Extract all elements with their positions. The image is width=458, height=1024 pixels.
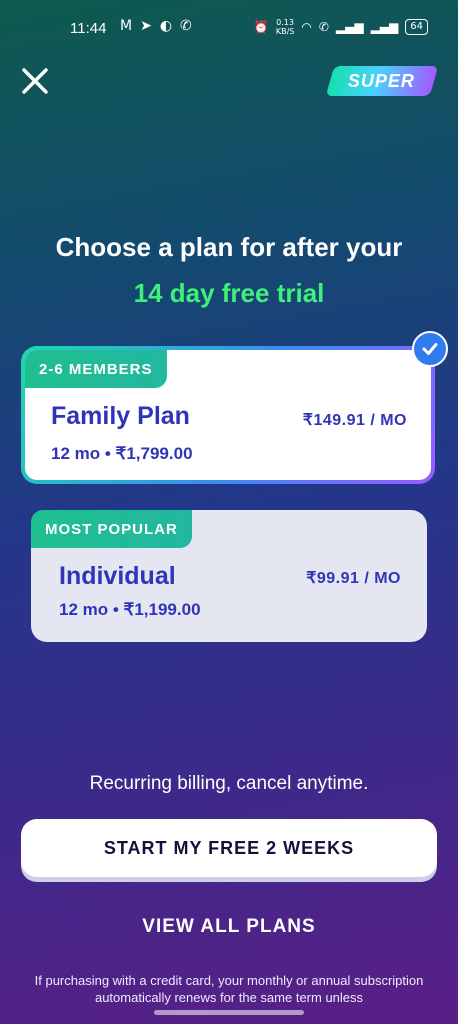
plan-tag: 2-6 MEMBERS [25,350,167,388]
plan-name: Family Plan [51,402,190,430]
plan-term: 12 mo • ₹1,199.00 [59,600,201,619]
status-time: 11:44 [70,20,107,37]
signal-icon-2: ▂▄▆ [370,20,399,34]
call-icon: ✆ [318,20,329,34]
close-button[interactable] [18,64,52,98]
title-line-2: 14 day free trial [133,278,325,308]
plan-price: ₹149.91 / MO [302,412,407,429]
plan-name: Individual [59,562,176,590]
fine-print: If purchasing with a credit card, your m… [34,973,424,1005]
telegram-icon: ➤ [140,18,152,34]
title-line-1: Choose a plan for after your [55,232,403,262]
home-indicator[interactable] [154,1010,304,1015]
super-badge-label: SUPER [348,70,416,91]
whatsapp-icon: ✆ [180,18,192,34]
gmail-icon: M [120,18,133,34]
status-bar: 11:44 M ➤ ◐ ✆ ⏰ 0.13 KB/S ◠ ✆ ▂▄▆ ▂▄▆ 64 [0,0,458,58]
net-speed: 0.13 KB/S [275,18,295,36]
notification-icons: M ➤ ◐ ✆ [120,18,192,34]
system-icons: ⏰ 0.13 KB/S ◠ ✆ ▂▄▆ ▂▄▆ 64 [254,18,428,36]
plan-price: ₹99.91 / MO [306,570,401,587]
alarm-icon: ⏰ [253,20,269,34]
battery-icon: 64 [405,19,428,35]
plan-card-individual[interactable]: MOST POPULAR Individual 12 mo • ₹1,199.0… [31,510,427,642]
plan-term: 12 mo • ₹1,799.00 [51,444,193,463]
super-badge: SUPER [325,66,439,96]
page-title: Choose a plan for after your 14 day free… [0,224,458,316]
start-free-trial-button[interactable]: START MY FREE 2 WEEKS [21,819,437,877]
app-icon: ◐ [159,18,173,34]
close-icon [22,68,48,94]
signal-icon: ▂▄▆ [335,20,364,34]
selected-check-icon [412,331,448,367]
plan-card-family[interactable]: 2-6 MEMBERS Family Plan 12 mo • ₹1,799.0… [21,346,435,484]
wifi-icon: ◠ [301,20,312,34]
recurring-billing-text: Recurring billing, cancel anytime. [89,773,369,794]
view-all-plans-link[interactable]: VIEW ALL PLANS [0,916,458,938]
plan-tag: MOST POPULAR [31,510,192,548]
